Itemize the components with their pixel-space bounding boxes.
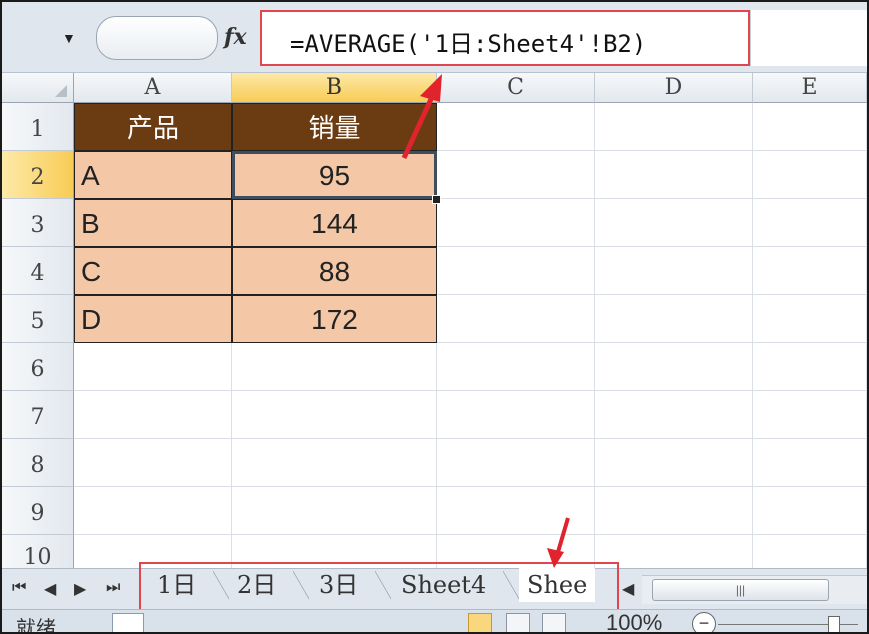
empty-cell[interactable]	[753, 439, 867, 487]
page-layout-view-icon[interactable]	[506, 613, 530, 632]
cell-b3[interactable]: 144	[232, 199, 437, 247]
insert-function-icon[interactable]: fx	[224, 24, 247, 50]
row-header-3[interactable]: 3	[2, 199, 74, 247]
cell-b4[interactable]: 88	[232, 247, 437, 295]
row-header-9[interactable]: 9	[2, 487, 74, 535]
first-sheet-icon[interactable]: ⏮	[12, 579, 26, 597]
tab-separator	[503, 568, 519, 602]
empty-cell[interactable]	[595, 295, 753, 343]
row-header-4[interactable]: 4	[2, 247, 74, 295]
empty-cell[interactable]	[595, 343, 753, 391]
formula-input[interactable]: =AVERAGE('1日:Sheet4'!B2)	[260, 10, 750, 66]
row-header-1[interactable]: 1	[2, 103, 74, 151]
empty-cell[interactable]	[232, 487, 437, 535]
previous-sheet-icon[interactable]: ◀	[44, 579, 56, 599]
normal-view-icon[interactable]	[468, 613, 492, 632]
formula-bar: ▼ fx =AVERAGE('1日:Sheet4'!B2)	[2, 2, 867, 73]
zoom-slider-knob[interactable]	[828, 616, 840, 632]
empty-cell[interactable]	[595, 151, 753, 199]
cell-b2-selected[interactable]: 95	[232, 151, 437, 199]
scroll-left-icon[interactable]: ◀	[622, 579, 634, 599]
row-header-5[interactable]: 5	[2, 295, 74, 343]
last-sheet-icon[interactable]: ⏭	[106, 579, 120, 597]
empty-cell[interactable]	[74, 391, 232, 439]
empty-cell[interactable]	[595, 247, 753, 295]
cell-a1-header-product[interactable]: 产品	[74, 103, 232, 151]
empty-cell[interactable]	[753, 199, 867, 247]
column-header-d[interactable]: D	[595, 73, 753, 103]
empty-cell[interactable]	[74, 439, 232, 487]
empty-cell[interactable]	[753, 151, 867, 199]
sheet-tab-1[interactable]: 1日	[157, 568, 196, 602]
column-header-c[interactable]: C	[437, 73, 595, 103]
sheet-tabs-highlight: 1日 2日 3日 Sheet4 Shee	[139, 562, 619, 612]
tab-separator	[375, 568, 391, 602]
cell-a2[interactable]: A	[74, 151, 232, 199]
empty-cell[interactable]	[74, 487, 232, 535]
empty-cell[interactable]	[437, 487, 595, 535]
macro-record-icon[interactable]	[112, 613, 144, 632]
excel-window: ▼ fx =AVERAGE('1日:Sheet4'!B2) A B C D E …	[0, 0, 869, 634]
horizontal-scrollbar[interactable]: |||	[642, 575, 867, 604]
column-header-e[interactable]: E	[753, 73, 867, 103]
next-sheet-icon[interactable]: ▶	[74, 579, 86, 599]
column-header-a[interactable]: A	[74, 73, 232, 103]
row-header-7[interactable]: 7	[2, 391, 74, 439]
name-box[interactable]	[96, 16, 218, 60]
row-header-2[interactable]: 2	[2, 151, 74, 199]
sheet-tab-bar: ⏮ ◀ ▶ ⏭ 1日 2日 3日 Sheet4 Shee ◀ |||	[2, 562, 867, 612]
empty-cell[interactable]	[753, 295, 867, 343]
zoom-level[interactable]: 100%	[606, 610, 662, 632]
row-header-8[interactable]: 8	[2, 439, 74, 487]
empty-cell[interactable]	[753, 535, 867, 569]
sheet-tab-active[interactable]: Shee	[519, 568, 596, 602]
cell-a3[interactable]: B	[74, 199, 232, 247]
cell-a4[interactable]: C	[74, 247, 232, 295]
page-break-view-icon[interactable]	[542, 613, 566, 632]
empty-cell[interactable]	[595, 199, 753, 247]
cell-b1-header-sales[interactable]: 销量	[232, 103, 437, 151]
empty-cell[interactable]	[753, 487, 867, 535]
name-box-dropdown-icon[interactable]: ▼	[62, 30, 76, 46]
empty-cell[interactable]	[753, 343, 867, 391]
tab-separator	[293, 568, 309, 602]
empty-cell[interactable]	[437, 199, 595, 247]
row-header-10[interactable]: 10	[2, 535, 74, 570]
empty-cell[interactable]	[437, 295, 595, 343]
empty-cell[interactable]	[232, 391, 437, 439]
cell-b5[interactable]: 172	[232, 295, 437, 343]
empty-cell[interactable]	[753, 103, 867, 151]
formula-text: =AVERAGE('1日:Sheet4'!B2)	[290, 30, 647, 58]
status-bar: 就绪 100% −	[2, 609, 867, 633]
empty-cell[interactable]	[437, 247, 595, 295]
select-all-button[interactable]	[2, 73, 74, 103]
empty-cell[interactable]	[595, 487, 753, 535]
empty-cell[interactable]	[437, 391, 595, 439]
zoom-out-icon[interactable]: −	[692, 612, 716, 632]
empty-cell[interactable]	[74, 343, 232, 391]
sheet-tab-4[interactable]: Sheet4	[401, 568, 486, 602]
sheet-tab-2[interactable]: 2日	[237, 568, 276, 602]
empty-cell[interactable]	[232, 343, 437, 391]
formula-bar-extension	[750, 10, 867, 66]
empty-cell[interactable]	[232, 439, 437, 487]
tab-separator	[213, 568, 229, 602]
empty-cell[interactable]	[437, 439, 595, 487]
column-header-b[interactable]: B	[232, 73, 437, 103]
empty-cell[interactable]	[595, 439, 753, 487]
empty-cell[interactable]	[595, 391, 753, 439]
row-header-6[interactable]: 6	[2, 343, 74, 391]
empty-cell[interactable]	[437, 103, 595, 151]
cell-a5[interactable]: D	[74, 295, 232, 343]
fill-handle[interactable]	[432, 195, 441, 204]
empty-cell[interactable]	[595, 103, 753, 151]
status-ready: 就绪	[16, 618, 56, 633]
empty-cell[interactable]	[753, 247, 867, 295]
empty-cell[interactable]	[437, 151, 595, 199]
sheet-tab-3[interactable]: 3日	[319, 568, 358, 602]
empty-cell[interactable]	[437, 343, 595, 391]
select-all-icon	[55, 85, 67, 97]
scrollbar-thumb[interactable]: |||	[652, 579, 829, 601]
empty-cell[interactable]	[753, 391, 867, 439]
